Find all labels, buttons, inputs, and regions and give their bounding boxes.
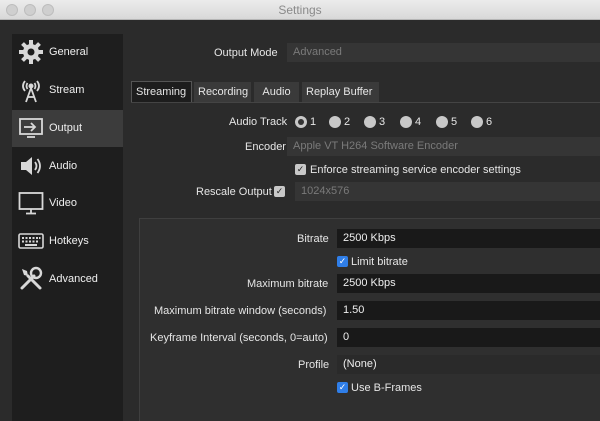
rescale-resolution-select[interactable]: 1024x576 [295, 182, 600, 201]
maximum-bitrate-label: Maximum bitrate [247, 278, 329, 290]
monitor-icon [17, 189, 45, 217]
window-title: Settings [278, 3, 322, 17]
use-b-frames-checkbox[interactable]: ✓ [337, 382, 348, 393]
sidebar-item-stream[interactable]: Stream [12, 72, 123, 109]
enforce-encoder-checkbox[interactable]: ✓ [295, 164, 306, 175]
audio-track-radio-3[interactable] [364, 116, 376, 128]
enforce-encoder-label: Enforce streaming service encoder settin… [310, 164, 521, 176]
encoder-label: Encoder [245, 141, 286, 153]
sidebar-item-advanced[interactable]: Advanced [12, 261, 123, 298]
output-icon [17, 114, 45, 142]
sidebar-item-label: Output [49, 122, 83, 134]
sidebar-item-video[interactable]: Video [12, 185, 123, 222]
maximum-bitrate-input[interactable]: 2500 Kbps [337, 274, 600, 293]
audio-track-option-label: 5 [451, 116, 458, 128]
sidebar-item-label: Advanced [49, 273, 98, 285]
maximum-bitrate-window-input[interactable]: 1.50 [337, 301, 600, 320]
output-mode-label: Output Mode [214, 47, 278, 59]
bitrate-label: Bitrate [297, 233, 329, 245]
antenna-icon [17, 76, 45, 104]
settings-sidebar: General Stream Output Audio Video Hotkey… [12, 34, 123, 421]
audio-track-radio-2[interactable] [329, 116, 341, 128]
audio-track-label: Audio Track [229, 116, 288, 128]
encoder-select[interactable]: Apple VT H264 Software Encoder [287, 137, 600, 156]
audio-track-option-label: 2 [344, 116, 351, 128]
speaker-icon [17, 152, 45, 180]
keyframe-interval-input[interactable]: 0 [337, 328, 600, 347]
tab-replay-buffer[interactable]: Replay Buffer [301, 81, 380, 103]
bitrate-input[interactable]: 2500 Kbps [337, 229, 600, 248]
gear-icon [17, 38, 45, 66]
sidebar-item-label: Stream [49, 84, 85, 96]
sidebar-item-label: Audio [49, 160, 78, 172]
keyframe-interval-label: Keyframe Interval (seconds, 0=auto) [150, 332, 328, 344]
output-mode-select[interactable]: Advanced [287, 43, 600, 62]
sidebar-item-label: Hotkeys [49, 235, 89, 247]
use-b-frames-label: Use B-Frames [351, 382, 422, 394]
audio-track-option-label: 3 [379, 116, 386, 128]
rescale-output-checkbox[interactable]: ✓ [274, 186, 285, 197]
audio-track-radio-1[interactable] [295, 116, 307, 128]
tab-streaming[interactable]: Streaming [131, 81, 192, 103]
tab-audio[interactable]: Audio [253, 81, 300, 103]
keyboard-icon [17, 227, 45, 255]
tab-recording[interactable]: Recording [193, 81, 252, 103]
audio-track-option-label: 4 [415, 116, 422, 128]
rescale-output-label: Rescale Output [196, 186, 272, 198]
sidebar-item-label: General [49, 46, 89, 58]
title-bar: Settings [0, 0, 600, 20]
tab-strip-divider [131, 102, 600, 103]
limit-bitrate-checkbox[interactable]: ✓ [337, 256, 348, 267]
sidebar-item-output[interactable]: Output [12, 110, 123, 147]
sidebar-item-audio[interactable]: Audio [12, 148, 123, 185]
sidebar-item-hotkeys[interactable]: Hotkeys [12, 223, 123, 260]
sidebar-item-label: Video [49, 197, 77, 209]
limit-bitrate-label: Limit bitrate [351, 256, 408, 268]
profile-label: Profile [298, 359, 330, 371]
audio-track-radio-6[interactable] [471, 116, 483, 128]
audio-track-radio-4[interactable] [400, 116, 412, 128]
profile-select[interactable]: (None) [337, 355, 600, 374]
maximum-bitrate-window-label: Maximum bitrate window (seconds) [154, 305, 327, 317]
audio-track-radio-5[interactable] [436, 116, 448, 128]
audio-track-option-label: 6 [486, 116, 493, 128]
sidebar-item-general[interactable]: General [12, 34, 123, 71]
audio-track-option-label: 1 [310, 116, 317, 128]
tools-icon [17, 265, 45, 293]
